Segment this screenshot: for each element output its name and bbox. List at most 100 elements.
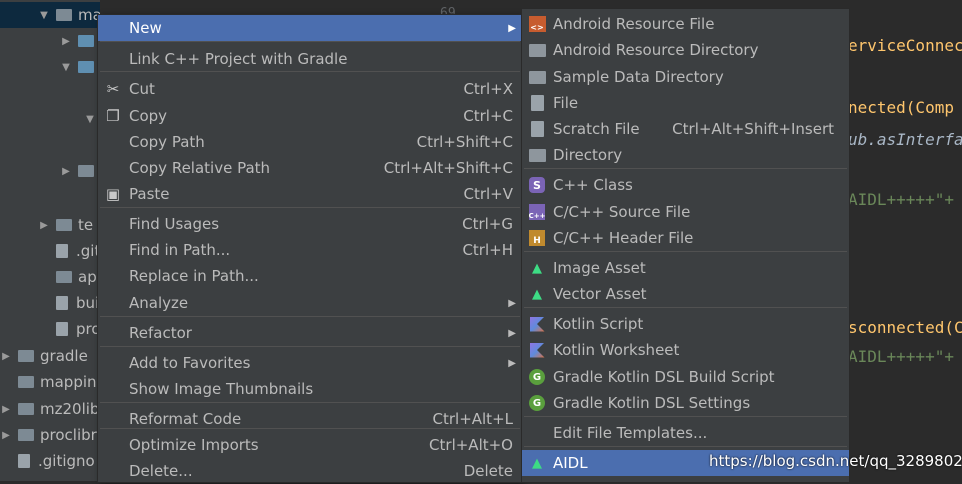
submenu-arrow-icon: ▶ bbox=[508, 297, 516, 309]
menu-item-copy-relative-path[interactable]: Copy Relative Path Ctrl+Alt+Shift+C bbox=[98, 155, 522, 181]
menu-item-label: Find Usages bbox=[129, 215, 220, 233]
submenu-item-gradle-kotlin-dsl-build-script[interactable]: G Gradle Kotlin DSL Build Script bbox=[522, 364, 849, 390]
tree-item[interactable]: build bbox=[38, 290, 100, 316]
code-editor[interactable]: erviceConnec nected(Comp ub.asInterfa AIDL+… bbox=[848, 0, 962, 481]
folder-icon bbox=[56, 271, 72, 283]
submenu-item-vector-asset[interactable]: ▲ Vector Asset bbox=[522, 281, 849, 307]
chevron-right-icon[interactable]: ▶ bbox=[0, 404, 12, 415]
tree-item-label: proclibr bbox=[40, 426, 97, 444]
submenu-item-directory[interactable]: Directory bbox=[522, 142, 849, 168]
watermark-text: https://blog.csdn.net/qq_32898021 bbox=[709, 452, 962, 470]
shortcut-label: Ctrl+X bbox=[463, 80, 513, 98]
menu-item-label: Delete... bbox=[129, 462, 193, 480]
file-icon bbox=[56, 244, 68, 258]
menu-item-analyze[interactable]: Analyze ▶ bbox=[98, 290, 522, 316]
tree-item[interactable]: ▶ bbox=[60, 28, 100, 54]
submenu-item-label: Kotlin Script bbox=[553, 315, 644, 333]
menu-item-link-c-project-with-gradle[interactable]: Link C++ Project with Gradle bbox=[98, 46, 522, 72]
kotlin-icon bbox=[528, 315, 546, 333]
menu-item-copy-path[interactable]: Copy Path Ctrl+Shift+C bbox=[98, 129, 522, 155]
menu-item-delete[interactable]: Delete... Delete bbox=[98, 458, 522, 484]
chevron-right-icon[interactable]: ▶ bbox=[60, 36, 72, 47]
file-icon bbox=[528, 94, 546, 112]
submenu-item-edit-file-templates[interactable]: Edit File Templates... bbox=[522, 420, 849, 446]
gradle-icon: G bbox=[528, 394, 546, 412]
tree-item[interactable]: ▶ te bbox=[38, 212, 93, 238]
scissors-icon: ✂ bbox=[106, 80, 120, 98]
tree-item-label: gradle bbox=[40, 347, 88, 365]
chevron-down-icon[interactable]: ▼ bbox=[84, 114, 96, 125]
folder-icon bbox=[18, 403, 34, 415]
folder-icon bbox=[18, 376, 34, 388]
menu-item-find-in-path[interactable]: Find in Path... Ctrl+H bbox=[98, 237, 522, 263]
menu-item-find-usages[interactable]: Find Usages Ctrl+G bbox=[98, 211, 522, 237]
tree-item[interactable]: ▼ bbox=[60, 54, 100, 80]
menu-item-label: Show Image Thumbnails bbox=[129, 380, 314, 398]
tree-item[interactable]: ▶ proclibr bbox=[0, 422, 97, 448]
new-submenu: <> Android Resource File Android Resource … bbox=[521, 8, 850, 483]
folder-icon bbox=[528, 41, 546, 59]
chevron-right-icon[interactable]: ▶ bbox=[0, 351, 12, 362]
submenu-item-android-resource-file[interactable]: <> Android Resource File bbox=[522, 11, 849, 37]
menu-separator bbox=[100, 41, 520, 42]
menu-item-paste[interactable]: ▣ Paste Ctrl+V bbox=[98, 181, 522, 207]
submenu-separator bbox=[524, 251, 847, 252]
menu-item-label: Paste bbox=[129, 185, 170, 203]
submenu-item-kotlin-script[interactable]: Kotlin Script bbox=[522, 311, 849, 337]
submenu-item-label: C/C++ Source File bbox=[553, 203, 691, 221]
tree-item[interactable]: ▶ mz20lib bbox=[0, 396, 99, 422]
menu-item-refactor[interactable]: Refactor ▶ bbox=[98, 320, 522, 346]
chevron-right-icon[interactable]: ▶ bbox=[60, 166, 72, 177]
tree-item-label: .gitigno bbox=[38, 452, 95, 470]
menu-item-replace-in-path[interactable]: Replace in Path... bbox=[98, 263, 522, 289]
tree-item-label: mapping bbox=[40, 373, 100, 391]
tree-item[interactable]: app0 bbox=[38, 264, 100, 290]
tree-item[interactable]: .gitig bbox=[38, 238, 100, 264]
submenu-item-scratch-file[interactable]: Scratch File Ctrl+Alt+Shift+Insert bbox=[522, 116, 849, 142]
submenu-item-image-asset[interactable]: ▲ Image Asset bbox=[522, 255, 849, 281]
menu-item-show-image-thumbnails[interactable]: Show Image Thumbnails bbox=[98, 376, 522, 402]
submenu-item-sample-data-directory[interactable]: Sample Data Directory bbox=[522, 64, 849, 90]
menu-item-label: Link C++ Project with Gradle bbox=[129, 50, 348, 68]
kotlin-icon bbox=[528, 341, 546, 359]
submenu-item-c-c-source-file[interactable]: C++ C/C++ Source File bbox=[522, 199, 849, 225]
menu-item-add-to-favorites[interactable]: Add to Favorites ▶ bbox=[98, 350, 522, 376]
tree-item[interactable]: prog bbox=[38, 316, 100, 342]
menu-item-new[interactable]: New ▶ bbox=[98, 15, 522, 41]
folder-icon bbox=[56, 219, 72, 231]
submenu-item-gradle-kotlin-dsl-settings[interactable]: G Gradle Kotlin DSL Settings bbox=[522, 390, 849, 416]
menu-item-label: New bbox=[129, 19, 162, 37]
tree-item-label: mz20lib bbox=[40, 400, 100, 418]
chevron-down-icon[interactable]: ▼ bbox=[60, 62, 72, 73]
submenu-item-label: AIDL bbox=[553, 454, 588, 472]
submenu-item-label: Sample Data Directory bbox=[553, 68, 724, 86]
menu-item-reformat-code[interactable]: Reformat Code Ctrl+Alt+L bbox=[98, 406, 522, 432]
submenu-item-file[interactable]: File bbox=[522, 90, 849, 116]
tree-item[interactable]: mapping bbox=[0, 369, 100, 395]
tree-item[interactable]: .gitigno bbox=[0, 448, 95, 474]
folder-icon bbox=[528, 68, 546, 86]
menu-item-optimize-imports[interactable]: Optimize Imports Ctrl+Alt+O bbox=[98, 432, 522, 458]
menu-item-label: Copy bbox=[129, 107, 168, 125]
code-line: AIDL+++++"+ bbox=[848, 347, 954, 366]
menu-item-label: Replace in Path... bbox=[129, 267, 259, 285]
file-icon bbox=[528, 120, 546, 138]
folder-icon bbox=[56, 9, 72, 21]
tree-item[interactable]: ▼main bbox=[38, 2, 100, 28]
chevron-right-icon[interactable]: ▶ bbox=[38, 220, 50, 231]
submenu-item-label: C/C++ Header File bbox=[553, 229, 694, 247]
submenu-item-android-resource-directory[interactable]: Android Resource Directory bbox=[522, 37, 849, 63]
tree-item[interactable]: ▶ gradle bbox=[0, 343, 88, 369]
folder-icon bbox=[18, 429, 34, 441]
submenu-item-c-c-header-file[interactable]: H C/C++ Header File bbox=[522, 225, 849, 251]
chevron-down-icon[interactable]: ▼ bbox=[38, 10, 50, 21]
folder-icon bbox=[18, 350, 34, 362]
submenu-item-kotlin-worksheet[interactable]: Kotlin Worksheet bbox=[522, 337, 849, 363]
tree-item[interactable]: ▶ bbox=[60, 158, 100, 184]
submenu-item-c-class[interactable]: S C++ Class bbox=[522, 172, 849, 198]
menu-item-label: Reformat Code bbox=[129, 410, 242, 428]
shortcut-label: Ctrl+G bbox=[462, 215, 513, 233]
menu-item-copy[interactable]: ❐ Copy Ctrl+C bbox=[98, 103, 522, 129]
menu-item-cut[interactable]: ✂ Cut Ctrl+X bbox=[98, 76, 522, 102]
chevron-right-icon[interactable]: ▶ bbox=[0, 430, 12, 441]
